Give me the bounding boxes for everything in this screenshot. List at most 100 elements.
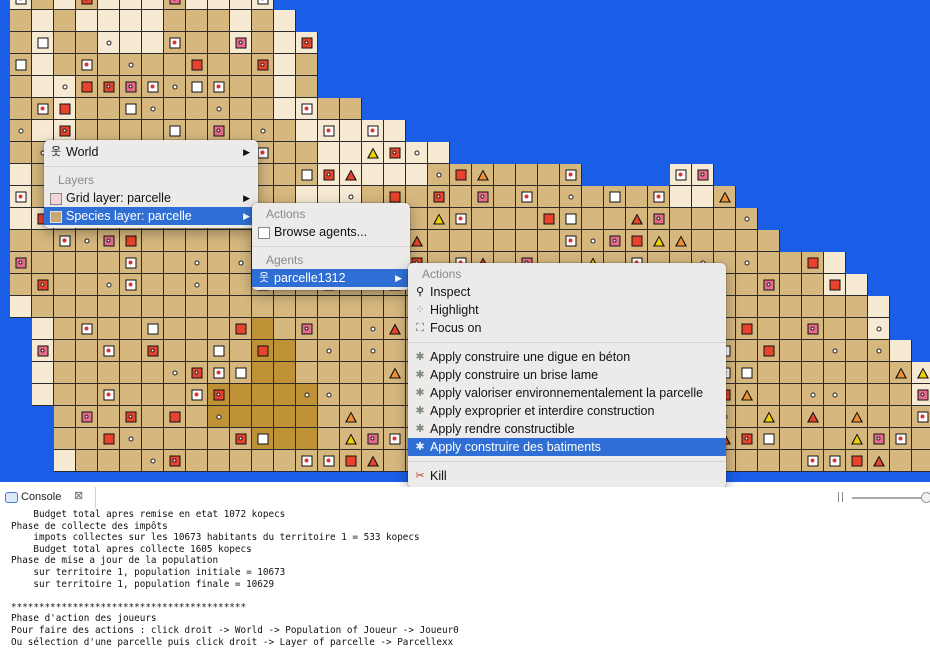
- parcel-cell[interactable]: [274, 384, 296, 406]
- parcel-cell[interactable]: [76, 318, 98, 340]
- parcel-cell[interactable]: [142, 76, 164, 98]
- parcel-cell[interactable]: [362, 384, 384, 406]
- parcel-cell[interactable]: [120, 318, 142, 340]
- parcel-cell[interactable]: [208, 230, 230, 252]
- parcel-cell[interactable]: [208, 0, 230, 10]
- parcel-cell[interactable]: [802, 274, 824, 296]
- parcel-cell[interactable]: [252, 32, 274, 54]
- parcel-cell[interactable]: [758, 318, 780, 340]
- parcel-cell[interactable]: [120, 384, 142, 406]
- parcel-cell[interactable]: [692, 208, 714, 230]
- parcel-cell[interactable]: [164, 252, 186, 274]
- parcel-cell[interactable]: [340, 450, 362, 472]
- parcel-cell[interactable]: [208, 318, 230, 340]
- parcel-cell[interactable]: [142, 296, 164, 318]
- parcel-cell[interactable]: [538, 164, 560, 186]
- parcel-cell[interactable]: [362, 340, 384, 362]
- parcel-cell[interactable]: [802, 340, 824, 362]
- parcel-cell[interactable]: [10, 10, 32, 32]
- parcel-cell[interactable]: [120, 76, 142, 98]
- parcel-cell[interactable]: [780, 340, 802, 362]
- parcel-cell[interactable]: [98, 428, 120, 450]
- parcel-cell[interactable]: [538, 208, 560, 230]
- parcel-cell[interactable]: [186, 230, 208, 252]
- parcel-cell[interactable]: [736, 406, 758, 428]
- parcel-cell[interactable]: [164, 98, 186, 120]
- menu-item-inspect[interactable]: ⚲ Inspect: [408, 283, 726, 301]
- parcel-cell[interactable]: [780, 362, 802, 384]
- parcel-cell[interactable]: [120, 120, 142, 142]
- parcel-cell[interactable]: [252, 450, 274, 472]
- parcel-cell[interactable]: [384, 362, 406, 384]
- parcel-cell[interactable]: [54, 230, 76, 252]
- menu-item-apply-action[interactable]: ✱ Apply rendre constructible: [408, 420, 726, 438]
- parcel-cell[interactable]: [120, 0, 142, 10]
- parcel-cell[interactable]: [208, 10, 230, 32]
- parcel-cell[interactable]: [604, 186, 626, 208]
- parcel-cell[interactable]: [208, 54, 230, 76]
- parcel-cell[interactable]: [802, 428, 824, 450]
- parcel-cell[interactable]: [318, 142, 340, 164]
- menu-item-apply-action[interactable]: ✱ Apply construire une digue en béton: [408, 348, 726, 366]
- parcel-cell[interactable]: [296, 450, 318, 472]
- parcel-cell[interactable]: [758, 450, 780, 472]
- parcel-cell[interactable]: [274, 406, 296, 428]
- parcel-cell[interactable]: [142, 406, 164, 428]
- parcel-cell[interactable]: [296, 142, 318, 164]
- parcel-cell[interactable]: [208, 32, 230, 54]
- parcel-cell[interactable]: [230, 274, 252, 296]
- parcel-cell[interactable]: [10, 230, 32, 252]
- parcel-cell[interactable]: [824, 406, 846, 428]
- close-icon[interactable]: ⊠: [74, 489, 83, 502]
- parcel-cell[interactable]: [208, 274, 230, 296]
- parcel-cell[interactable]: [230, 10, 252, 32]
- parcel-cell[interactable]: [384, 120, 406, 142]
- parcel-cell[interactable]: [296, 340, 318, 362]
- parcel-cell[interactable]: [604, 230, 626, 252]
- parcel-cell[interactable]: [98, 252, 120, 274]
- parcel-cell[interactable]: [10, 186, 32, 208]
- parcel-cell[interactable]: [802, 296, 824, 318]
- parcel-cell[interactable]: [340, 362, 362, 384]
- parcel-cell[interactable]: [230, 0, 252, 10]
- parcel-cell[interactable]: [186, 450, 208, 472]
- parcel-cell[interactable]: [318, 296, 340, 318]
- parcel-cell[interactable]: [626, 230, 648, 252]
- parcel-cell[interactable]: [164, 120, 186, 142]
- parcel-cell[interactable]: [10, 120, 32, 142]
- parcel-cell[interactable]: [274, 340, 296, 362]
- parcel-cell[interactable]: [186, 0, 208, 10]
- parcel-cell[interactable]: [494, 164, 516, 186]
- parcel-cell[interactable]: [54, 274, 76, 296]
- parcel-cell[interactable]: [274, 450, 296, 472]
- parcel-cell[interactable]: [142, 428, 164, 450]
- parcel-cell[interactable]: [252, 428, 274, 450]
- parcel-cell[interactable]: [10, 76, 32, 98]
- parcel-cell[interactable]: [120, 362, 142, 384]
- menu-item-world[interactable]: 웃 World ▶: [44, 143, 258, 161]
- parcel-cell[interactable]: [824, 384, 846, 406]
- parcel-cell[interactable]: [54, 406, 76, 428]
- parcel-cell[interactable]: [164, 296, 186, 318]
- parcel-cell[interactable]: [296, 384, 318, 406]
- parcel-cell[interactable]: [164, 32, 186, 54]
- parcel-cell[interactable]: [252, 98, 274, 120]
- menu-item-highlight[interactable]: ⁘ Highlight: [408, 301, 726, 319]
- parcel-cell[interactable]: [340, 120, 362, 142]
- parcel-cell[interactable]: [846, 428, 868, 450]
- parcel-cell[interactable]: [362, 406, 384, 428]
- parcel-cell[interactable]: [736, 450, 758, 472]
- parcel-cell[interactable]: [318, 164, 340, 186]
- parcel-cell[interactable]: [142, 32, 164, 54]
- parcel-cell[interactable]: [384, 406, 406, 428]
- parcel-cell[interactable]: [670, 208, 692, 230]
- parcel-cell[interactable]: [648, 186, 670, 208]
- parcel-cell[interactable]: [384, 142, 406, 164]
- parcel-cell[interactable]: [362, 120, 384, 142]
- parcel-cell[interactable]: [340, 318, 362, 340]
- parcel-cell[interactable]: [296, 406, 318, 428]
- console-output[interactable]: Budget total apres remise en etat 1072 k…: [0, 509, 930, 659]
- parcel-cell[interactable]: [912, 384, 930, 406]
- parcel-cell[interactable]: [32, 318, 54, 340]
- parcel-cell[interactable]: [340, 142, 362, 164]
